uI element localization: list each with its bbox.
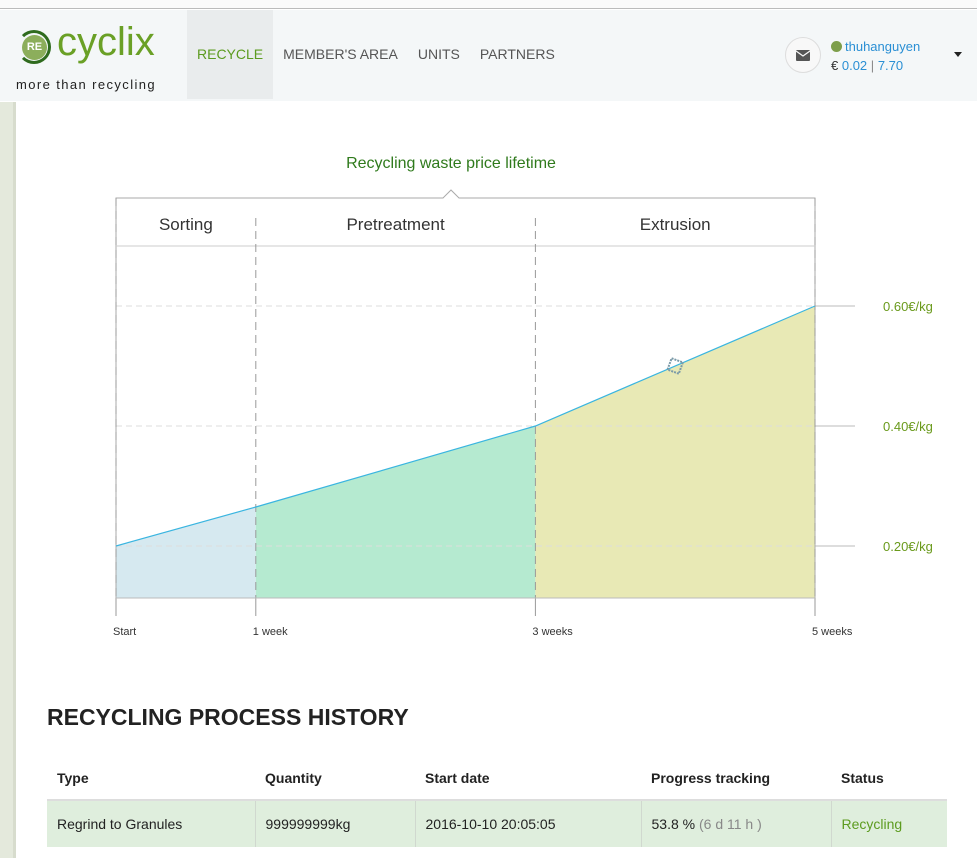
y-tick-label: 0.40€/kg: [883, 419, 933, 434]
table-row[interactable]: Regrind to Granules 999999999kg 2016-10-…: [47, 800, 947, 847]
table-header-row: Type Quantity Start date Progress tracki…: [47, 756, 947, 801]
progress-percent: 53.8 %: [651, 816, 696, 832]
phase-label: Pretreatment: [346, 215, 445, 234]
y-tick-label: 0.60€/kg: [883, 299, 933, 314]
chart-title: Recycling waste price lifetime: [346, 155, 556, 172]
x-tick-label: 3 weeks: [532, 626, 573, 638]
cell-status: Recycling: [831, 800, 947, 847]
col-type: Type: [47, 756, 255, 801]
progress-remaining: (6 d 11 h ): [698, 816, 762, 832]
x-tick-label: Start: [113, 626, 136, 638]
phase-area-sorting: [116, 507, 256, 598]
phase-area-extrusion: [535, 306, 815, 598]
cell-quantity: 999999999kg: [255, 800, 416, 847]
col-progress: Progress tracking: [641, 756, 831, 801]
history-table: Type Quantity Start date Progress tracki…: [47, 756, 947, 847]
x-tick-label: 5 weeks: [812, 626, 853, 638]
cell-progress: 53.8 % (6 d 11 h ): [641, 800, 832, 847]
phase-area-pretreatment: [255, 426, 536, 598]
col-status: Status: [831, 756, 947, 801]
col-start-date: Start date: [415, 756, 641, 801]
cell-start-date: 2016-10-10 20:05:05: [415, 800, 642, 847]
price-lifetime-chart: Recycling waste price lifetime 0.20€/kg 0…: [113, 155, 933, 638]
y-tick-label: 0.20€/kg: [883, 539, 933, 554]
x-tick-label: 1 week: [253, 626, 288, 638]
history-title: RECYCLING PROCESS HISTORY: [47, 704, 409, 730]
cell-type: Regrind to Granules: [47, 800, 256, 847]
phase-label: Extrusion: [640, 215, 711, 234]
phase-label: Sorting: [159, 215, 213, 234]
col-quantity: Quantity: [255, 756, 415, 801]
